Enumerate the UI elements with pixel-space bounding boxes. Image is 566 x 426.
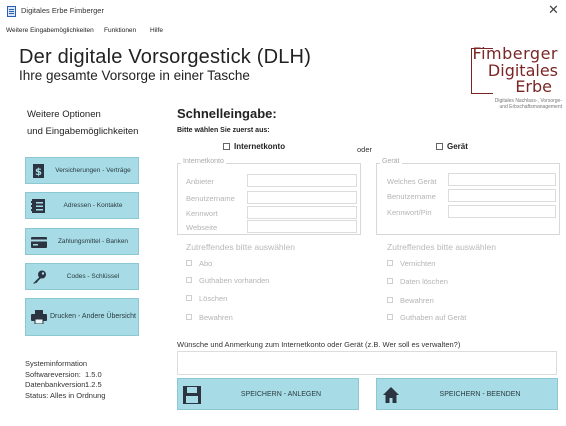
db-version: Datenbankversion: 1.2.5 (25, 380, 155, 391)
address-book-icon (31, 198, 45, 213)
abo-checkbox[interactable] (186, 260, 192, 266)
device-label: Gerät (447, 142, 468, 151)
website-input[interactable] (247, 220, 357, 233)
menu-hilfe[interactable]: Hilfe (150, 27, 163, 34)
delete-data-label: Daten löschen (400, 277, 448, 286)
internet-account-checkbox[interactable] (223, 143, 230, 150)
page-subtitle: Ihre gesamte Vorsorge in einer Tasche (19, 68, 250, 83)
sysinfo-heading: Systeminformation (25, 359, 88, 368)
save-create-label: SPEICHERN - ANLEGEN (240, 390, 322, 398)
company-logo: Fimberger Digitales Erbe Digitales Nachl… (466, 42, 562, 118)
floppy-disk-icon (183, 386, 201, 404)
internet-account-label: Internetkonto (234, 142, 286, 151)
internet-select-heading: Zutreffendes bitte auswählen (186, 242, 295, 252)
keep-label: Bewahren (199, 313, 233, 322)
device-select-heading: Zutreffendes bitte auswählen (387, 242, 496, 252)
print-button[interactable]: Drucken - Andere Übersicht (25, 298, 139, 336)
delete-checkbox[interactable] (186, 295, 192, 301)
menu-funktionen[interactable]: Funktionen (104, 27, 136, 34)
credit-on-device-label: Guthaben auf Gerät (400, 313, 467, 322)
password-label: Kennwort (186, 209, 218, 218)
save-create-button[interactable]: SPEICHERN - ANLEGEN (177, 378, 359, 410)
or-label: oder (357, 145, 373, 154)
credit-on-device-checkbox[interactable] (387, 314, 393, 320)
key-icon (33, 270, 46, 283)
device-keep-checkbox[interactable] (387, 297, 393, 303)
svg-text:$: $ (35, 167, 42, 178)
internet-group-title: Internetkonto (181, 158, 226, 165)
logo-bar-bottom (471, 93, 493, 94)
device-username-label: Benutzername (387, 192, 436, 201)
db-version-value: 1.2.5 (85, 380, 102, 389)
software-version-value: 1.5.0 (85, 369, 102, 379)
quick-input-title: Schnelleingabe: (177, 106, 277, 121)
provider-input[interactable] (247, 174, 357, 187)
logo-line3: Erbe (515, 77, 552, 96)
insurance-button-label: Versicherungen - Verträge (55, 167, 131, 174)
status-text: Status: Alles in Ordnung (25, 390, 106, 400)
options-title-line2: und Eingabemöglichkeiten (27, 126, 139, 137)
db-version-label: Datenbankversion: (25, 380, 88, 389)
device-group-title: Gerät (380, 158, 402, 165)
address-button-label: Adressen - Kontakte (63, 202, 123, 209)
print-button-label: Drucken - Andere Übersicht (50, 313, 136, 320)
page-title: Der digitale Vorsorgestick (DLH) (19, 46, 312, 68)
system-info: Systeminformation Softwareversion: 1.5.0… (25, 359, 155, 401)
credit-available-checkbox[interactable] (186, 277, 192, 283)
delete-data-checkbox[interactable] (387, 278, 393, 284)
software-version-label: Softwareversion: (25, 369, 81, 379)
provider-label: Anbieter (186, 177, 214, 186)
wishes-label: Wünsche und Anmerkung zum Internetkonto … (177, 340, 461, 349)
keep-checkbox[interactable] (186, 314, 192, 320)
menu-weitere[interactable]: Weitere Eingabemöglichkeiten (6, 27, 94, 34)
abo-label: Abo (199, 259, 213, 268)
options-title-line1: Weitere Optionen (27, 109, 101, 120)
device-checkbox[interactable] (436, 143, 443, 150)
device-keep-label: Bewahren (400, 296, 434, 305)
software-version: Softwareversion: 1.5.0 (25, 370, 155, 381)
home-icon (383, 387, 399, 403)
website-label: Webseite (186, 223, 218, 232)
credit-card-icon (31, 236, 47, 248)
app-icon (7, 6, 16, 17)
printer-icon (31, 310, 47, 324)
insurance-button[interactable]: $ Versicherungen - Verträge (25, 157, 139, 184)
username-label: Benutzername (186, 194, 235, 203)
password-input[interactable] (247, 206, 357, 219)
which-device-label: Welches Gerät (387, 177, 437, 186)
choose-label: Bitte wählen Sie zuerst aus: (177, 127, 270, 134)
payment-button-label: Zahlungsmittel - Banken (57, 238, 129, 245)
close-icon[interactable]: ✕ (548, 3, 559, 17)
device-pin-label: Kennwort/Pin (387, 208, 432, 217)
delete-label: Löschen (199, 294, 228, 303)
username-input[interactable] (247, 191, 357, 204)
menu-bar: Weitere Eingabemöglichkeiten Funktionen … (0, 24, 566, 38)
codes-button[interactable]: Codes - Schlüssel (25, 263, 139, 290)
save-exit-button[interactable]: SPEICHERN - BEENDEN (376, 378, 558, 410)
destroy-checkbox[interactable] (387, 260, 393, 266)
device-username-input[interactable] (448, 189, 556, 202)
save-exit-label: SPEICHERN - BEENDEN (439, 390, 521, 398)
window-title: Digitales Erbe Fimberger (21, 6, 104, 15)
codes-button-label: Codes - Schlüssel (66, 273, 120, 280)
credit-available-label: Guthaben vorhanden (199, 276, 270, 285)
wishes-input[interactable] (177, 351, 557, 375)
device-pin-input[interactable] (448, 205, 556, 218)
destroy-label: Vernichten (400, 259, 436, 268)
payment-button[interactable]: Zahlungsmittel - Banken (25, 228, 139, 255)
which-device-input[interactable] (448, 173, 556, 186)
logo-tagline2: und Erbschaftsmanagement (499, 104, 562, 110)
title-bar: Digitales Erbe Fimberger ✕ (0, 0, 566, 24)
dollar-document-icon: $ (33, 163, 44, 178)
address-button[interactable]: Adressen - Kontakte (25, 192, 139, 219)
